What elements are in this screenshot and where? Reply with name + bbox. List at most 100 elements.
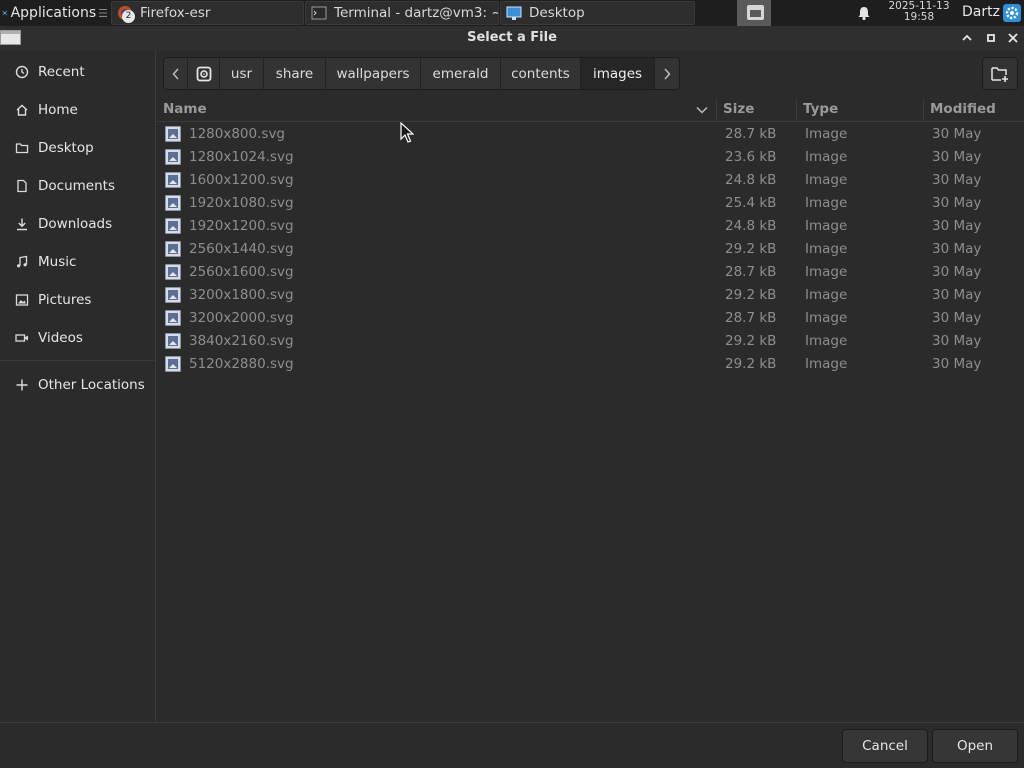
workspace-2[interactable]: [737, 0, 771, 26]
file-size: 23.6 kB: [725, 149, 777, 165]
sidebar-item-label: Videos: [38, 330, 83, 346]
file-row[interactable]: 2560x1440.svg 29.2 kB Image 30 May: [157, 238, 1024, 261]
file-name: 3200x2000.svg: [189, 310, 294, 326]
image-file-icon: [165, 287, 181, 303]
home-icon: [14, 102, 30, 118]
path-forward-button[interactable]: [655, 58, 679, 89]
path-crumb-wallpapers[interactable]: wallpapers: [326, 58, 421, 89]
file-row[interactable]: 3840x2160.svg 29.2 kB Image 30 May: [157, 330, 1024, 353]
file-modified: 30 May: [932, 195, 982, 211]
path-back-button[interactable]: [164, 58, 188, 89]
desktop-icon: [505, 4, 523, 22]
chevron-right-icon: [664, 67, 671, 80]
sidebar-item-label: Desktop: [38, 140, 94, 156]
path-crumb-usr[interactable]: usr: [220, 58, 264, 89]
file-modified: 30 May: [932, 333, 982, 349]
file-modified: 30 May: [932, 264, 982, 280]
file-row[interactable]: 3200x1800.svg 29.2 kB Image 30 May: [157, 284, 1024, 307]
sidebar-item-other-locations[interactable]: Other Locations: [0, 367, 155, 403]
sort-chevron-down-icon[interactable]: [696, 106, 708, 114]
applications-menu[interactable]: Applications ☰: [0, 0, 108, 26]
sidebar-item-desktop[interactable]: Desktop: [0, 130, 155, 166]
path-crumb-contents[interactable]: contents: [501, 58, 581, 89]
open-button[interactable]: Open: [932, 729, 1018, 763]
column-separator[interactable]: [716, 99, 717, 121]
sidebar-item-documents[interactable]: Documents: [0, 168, 155, 204]
mouse-pointer-icon: [400, 122, 414, 143]
taskbar-firefox[interactable]: 2 Firefox-esr: [111, 1, 304, 25]
file-row[interactable]: 3200x2000.svg 28.7 kB Image 30 May: [157, 307, 1024, 330]
sidebar-item-videos[interactable]: Videos: [0, 320, 155, 356]
file-row[interactable]: 1920x1200.svg 24.8 kB Image 30 May: [157, 215, 1024, 238]
image-file-icon: [165, 126, 181, 142]
file-size: 24.8 kB: [725, 218, 777, 234]
places-sidebar: Recent Home Desktop Documents Downloads …: [0, 51, 156, 722]
video-icon: [14, 330, 30, 346]
column-header-type[interactable]: Type: [803, 101, 838, 117]
file-row[interactable]: 2560x1600.svg 28.7 kB Image 30 May: [157, 261, 1024, 284]
column-header-size[interactable]: Size: [723, 101, 754, 117]
file-modified: 30 May: [932, 126, 982, 142]
sidebar-item-downloads[interactable]: Downloads: [0, 206, 155, 242]
taskbar-terminal[interactable]: Terminal - dartz@vm3: ~: [305, 1, 499, 25]
folder-icon: [14, 140, 30, 156]
file-row[interactable]: 5120x2880.svg 29.2 kB Image 30 May: [157, 353, 1024, 376]
column-header-modified[interactable]: Modified: [930, 101, 996, 117]
path-crumb-emerald[interactable]: emerald: [421, 58, 501, 89]
terminal-icon: [310, 4, 328, 22]
image-file-icon: [165, 264, 181, 280]
dialog-action-bar: Cancel Open: [0, 722, 1024, 768]
column-separator[interactable]: [796, 99, 797, 121]
chevron-left-icon: [171, 67, 179, 80]
file-row[interactable]: 1280x800.svg 28.7 kB Image 30 May: [157, 123, 1024, 146]
file-size: 24.8 kB: [725, 172, 777, 188]
file-name: 3840x2160.svg: [189, 333, 294, 349]
dialog-title: Select a File: [467, 30, 557, 45]
file-row[interactable]: 1920x1080.svg 25.4 kB Image 30 May: [157, 192, 1024, 215]
file-modified: 30 May: [932, 149, 982, 165]
path-crumb-images[interactable]: images: [581, 58, 655, 89]
file-name: 1600x1200.svg: [189, 172, 294, 188]
file-row[interactable]: 1600x1200.svg 24.8 kB Image 30 May: [157, 169, 1024, 192]
sidebar-item-home[interactable]: Home: [0, 92, 155, 128]
file-modified: 30 May: [932, 241, 982, 257]
file-modified: 30 May: [932, 218, 982, 234]
workspace-3[interactable]: [771, 0, 805, 26]
maximize-icon[interactable]: [982, 29, 1000, 47]
drive-icon: [196, 66, 211, 81]
file-type: Image: [805, 195, 848, 211]
music-icon: [14, 254, 30, 270]
cancel-button[interactable]: Cancel: [842, 729, 928, 763]
top-panel: Applications ☰ 2 Firefox-esr Terminal - …: [0, 0, 1024, 26]
sidebar-item-recent[interactable]: Recent: [0, 54, 155, 90]
new-folder-button[interactable]: [982, 57, 1018, 90]
file-type: Image: [805, 126, 848, 142]
taskbar-desktop[interactable]: Desktop: [500, 1, 695, 25]
path-root-drive[interactable]: [188, 58, 220, 89]
file-row[interactable]: 1280x1024.svg 23.6 kB Image 30 May: [157, 146, 1024, 169]
file-modified: 30 May: [932, 356, 982, 372]
clock-time: 19:58: [903, 11, 935, 23]
column-separator[interactable]: [923, 99, 924, 121]
file-name: 1920x1080.svg: [189, 195, 294, 211]
file-type: Image: [805, 287, 848, 303]
workspace-4[interactable]: [805, 0, 839, 26]
sidebar-item-pictures[interactable]: Pictures: [0, 282, 155, 318]
user-menu[interactable]: Dartz: [962, 4, 1000, 20]
minimize-icon[interactable]: [958, 29, 976, 47]
path-crumb-share[interactable]: share: [264, 58, 326, 89]
notification-bell-icon[interactable]: [856, 5, 872, 21]
taskbar-desktop-label: Desktop: [529, 5, 585, 21]
file-size: 29.2 kB: [725, 333, 777, 349]
applications-label: Applications: [10, 5, 97, 21]
new-folder-icon: [991, 66, 1008, 82]
close-icon[interactable]: [1004, 29, 1022, 47]
firefox-icon: 2: [116, 4, 135, 23]
file-type: Image: [805, 172, 848, 188]
workspace-1[interactable]: [703, 0, 737, 26]
column-header-name[interactable]: Name: [163, 101, 207, 117]
sidebar-item-music[interactable]: Music: [0, 244, 155, 280]
file-list-header: Name Size Type Modified: [157, 97, 1024, 122]
settings-gear-icon[interactable]: [1003, 4, 1021, 22]
panel-clock[interactable]: 2025-11-13 19:58: [884, 1, 954, 23]
